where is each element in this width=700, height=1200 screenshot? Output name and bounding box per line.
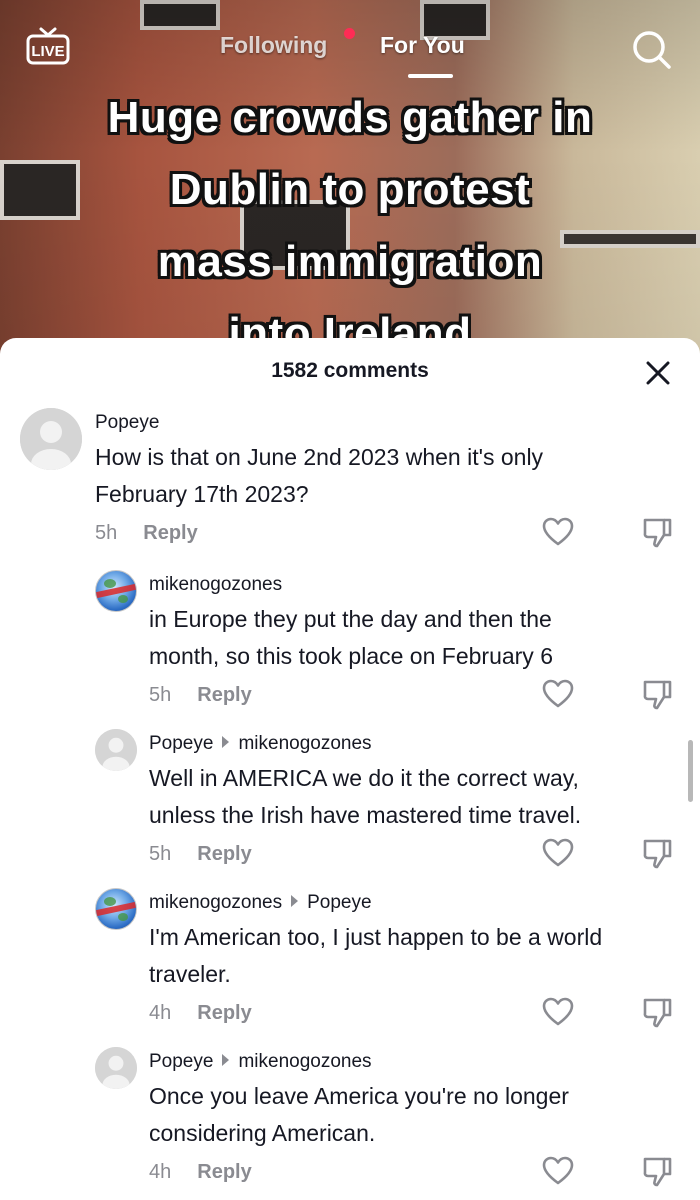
tab-following[interactable]: Following [220, 32, 327, 59]
comment-text-line: Once you leave America you're no longer [149, 1083, 569, 1109]
reply-arrow-icon [222, 735, 230, 748]
tab-for-you[interactable]: For You [380, 32, 465, 59]
heart-icon[interactable] [541, 995, 575, 1029]
close-icon[interactable] [645, 360, 671, 386]
comment-text-line: month, so this took place on February 6 [149, 643, 553, 669]
comment-text-line: I'm American too, I just happen to be a … [149, 924, 603, 950]
reply-button[interactable]: Reply [143, 522, 197, 544]
comment-username: Popeye mikenogozones [149, 733, 372, 755]
reply-to-username[interactable]: mikenogozones [238, 733, 371, 754]
dislike-icon[interactable] [640, 677, 674, 711]
comment-text: in Europe they put the day and then the … [149, 601, 679, 675]
reply-arrow-icon [222, 1053, 230, 1066]
user-avatar[interactable] [95, 729, 137, 771]
comment-text-line: considering American. [149, 1120, 376, 1146]
notification-dot [344, 28, 355, 39]
comment-username: mikenogozones Popeye [149, 892, 372, 914]
user-avatar[interactable] [20, 408, 82, 470]
top-navigation: LIVE Following For You [0, 0, 700, 90]
comment-meta: 5h Reply [149, 843, 252, 866]
caption-line: Dublin to protest [169, 165, 531, 214]
comment-text-line: How is that on June 2nd 2023 when it's o… [95, 444, 544, 470]
comment-text: Once you leave America you're no longer … [149, 1078, 679, 1152]
heart-icon[interactable] [541, 1154, 575, 1188]
username-text[interactable]: Popeye [95, 412, 159, 433]
comment-text-line: unless the Irish have mastered time trav… [149, 802, 582, 828]
username-text[interactable]: mikenogozones [149, 892, 282, 913]
live-tv-icon[interactable]: LIVE [26, 26, 70, 66]
heart-icon[interactable] [541, 836, 575, 870]
video-player[interactable]: Huge crowds gather in Dublin to protest … [0, 0, 700, 380]
comment-time: 5h [149, 684, 172, 706]
comment-text-line: traveler. [149, 961, 231, 987]
reply-to-username[interactable]: mikenogozones [238, 1051, 371, 1072]
comment-meta: 4h Reply [149, 1002, 252, 1025]
comment-meta: 4h Reply [149, 1161, 252, 1184]
reply-button[interactable]: Reply [197, 684, 251, 706]
comment-time: 4h [149, 1161, 172, 1183]
comment-text: How is that on June 2nd 2023 when it's o… [95, 439, 655, 513]
active-tab-indicator [408, 74, 453, 78]
comment-count: 1582 comments [271, 359, 429, 382]
caption-line: Huge crowds gather in [107, 93, 593, 142]
reply-to-username[interactable]: Popeye [307, 892, 371, 913]
comment-text-line: in Europe they put the day and then the [149, 606, 552, 632]
reply-arrow-icon [291, 894, 299, 907]
comment-text-line: Well in AMERICA we do it the correct way… [149, 765, 579, 791]
comment-username[interactable]: Popeye [95, 412, 159, 434]
comment-username[interactable]: mikenogozones [149, 574, 282, 596]
comments-header: 1582 comments [0, 338, 700, 402]
caption-line: mass immigration [157, 237, 543, 286]
user-avatar[interactable] [95, 570, 137, 612]
reply-button[interactable]: Reply [197, 1161, 251, 1183]
comment-text-line: February 17th 2023? [95, 481, 309, 507]
dislike-icon[interactable] [640, 1154, 674, 1188]
dislike-icon[interactable] [640, 995, 674, 1029]
dislike-icon[interactable] [640, 515, 674, 549]
username-text[interactable]: mikenogozones [149, 574, 282, 595]
comment-time: 5h [95, 522, 118, 544]
user-avatar[interactable] [95, 888, 137, 930]
scrollbar[interactable] [688, 740, 693, 802]
comment-time: 4h [149, 1002, 172, 1024]
comment-text: Well in AMERICA we do it the correct way… [149, 760, 679, 834]
user-avatar[interactable] [95, 1047, 137, 1089]
comment-username: Popeye mikenogozones [149, 1051, 372, 1073]
reply-button[interactable]: Reply [197, 1002, 251, 1024]
heart-icon[interactable] [541, 677, 575, 711]
comment-meta: 5h Reply [95, 522, 198, 545]
dislike-icon[interactable] [640, 836, 674, 870]
comment-time: 5h [149, 843, 172, 865]
username-text[interactable]: Popeye [149, 1051, 213, 1072]
search-icon[interactable] [630, 28, 672, 70]
comment-meta: 5h Reply [149, 684, 252, 707]
username-text[interactable]: Popeye [149, 733, 213, 754]
heart-icon[interactable] [541, 515, 575, 549]
reply-button[interactable]: Reply [197, 843, 251, 865]
live-label: LIVE [31, 43, 64, 60]
video-caption: Huge crowds gather in Dublin to protest … [0, 82, 700, 370]
comment-text: I'm American too, I just happen to be a … [149, 919, 689, 993]
